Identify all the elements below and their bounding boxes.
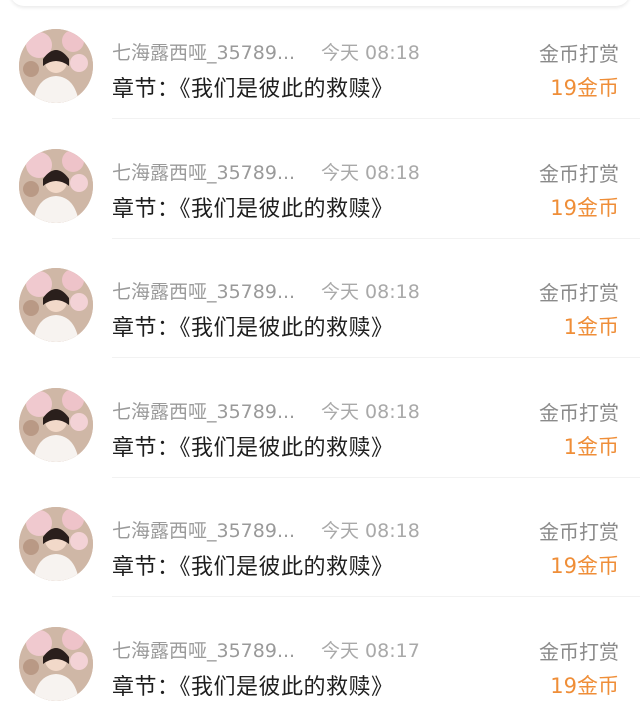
record-time: 今天 08:18 xyxy=(321,401,420,423)
reward-amount: 1金币 xyxy=(563,315,619,339)
record-time: 今天 08:17 xyxy=(321,640,420,662)
user-name[interactable]: 七海露西哑_35789... xyxy=(112,158,295,185)
reward-amount: 19金币 xyxy=(550,76,619,100)
chapter-title: 章节：《我们是彼此的救赎》 xyxy=(112,197,394,222)
chapter-title: 章节：《我们是彼此的救赎》 xyxy=(112,555,394,580)
chapter-title: 章节：《我们是彼此的救赎》 xyxy=(112,77,394,102)
avatar[interactable] xyxy=(19,388,93,462)
row-divider xyxy=(112,357,640,358)
reward-record-list: 七海露西哑_35789... 今天 08:18 金币打赏 章节：《我们是彼此的救… xyxy=(0,0,640,722)
reward-amount: 19金币 xyxy=(550,196,619,220)
reward-type: 金币打赏 xyxy=(539,281,619,305)
user-name[interactable]: 七海露西哑_35789... xyxy=(112,397,295,424)
avatar[interactable] xyxy=(19,149,93,223)
user-name[interactable]: 七海露西哑_35789... xyxy=(112,516,295,543)
reward-record-row[interactable]: 七海露西哑_35789... 今天 08:18 金币打赏 章节：《我们是彼此的救… xyxy=(0,359,640,478)
reward-record-row[interactable]: 七海露西哑_35789... 今天 08:18 金币打赏 章节：《我们是彼此的救… xyxy=(0,120,640,239)
reward-type: 金币打赏 xyxy=(539,520,619,544)
record-time: 今天 08:18 xyxy=(321,281,420,303)
avatar[interactable] xyxy=(19,29,93,103)
reward-record-row[interactable]: 七海露西哑_35789... 今天 08:18 金币打赏 章节：《我们是彼此的救… xyxy=(0,0,640,119)
reward-type: 金币打赏 xyxy=(539,401,619,425)
reward-type: 金币打赏 xyxy=(539,640,619,664)
reward-type: 金币打赏 xyxy=(539,42,619,66)
row-divider xyxy=(112,596,640,597)
reward-record-row[interactable]: 七海露西哑_35789... 今天 08:18 金币打赏 章节：《我们是彼此的救… xyxy=(0,239,640,358)
reward-type: 金币打赏 xyxy=(539,162,619,186)
chapter-title: 章节：《我们是彼此的救赎》 xyxy=(112,436,394,461)
reward-amount: 1金币 xyxy=(563,435,619,459)
record-time: 今天 08:18 xyxy=(321,162,420,184)
chapter-title: 章节：《我们是彼此的救赎》 xyxy=(112,675,394,700)
reward-amount: 19金币 xyxy=(550,554,619,578)
user-name[interactable]: 七海露西哑_35789... xyxy=(112,277,295,304)
reward-amount: 19金币 xyxy=(550,674,619,698)
avatar[interactable] xyxy=(19,507,93,581)
user-name[interactable]: 七海露西哑_35789... xyxy=(112,38,295,65)
record-time: 今天 08:18 xyxy=(321,42,420,64)
user-name[interactable]: 七海露西哑_35789... xyxy=(112,636,295,663)
reward-record-row[interactable]: 七海露西哑_35789... 今天 08:17 金币打赏 章节：《我们是彼此的救… xyxy=(0,598,640,717)
reward-record-row[interactable]: 七海露西哑_35789... 今天 08:18 金币打赏 章节：《我们是彼此的救… xyxy=(0,478,640,597)
avatar[interactable] xyxy=(19,268,93,342)
row-divider xyxy=(112,118,640,119)
record-time: 今天 08:18 xyxy=(321,520,420,542)
chapter-title: 章节：《我们是彼此的救赎》 xyxy=(112,316,394,341)
avatar[interactable] xyxy=(19,627,93,701)
